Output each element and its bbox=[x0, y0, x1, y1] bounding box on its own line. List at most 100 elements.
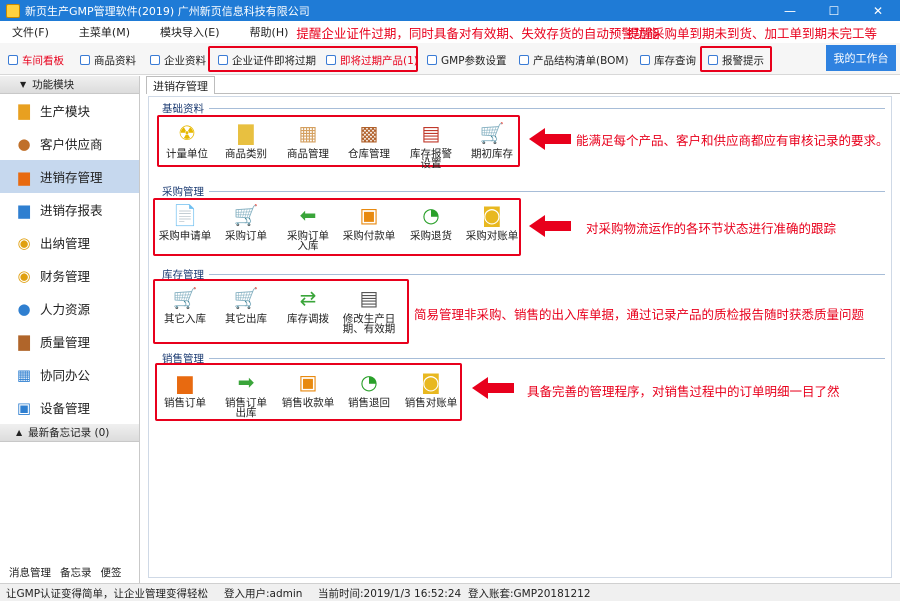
btn-measure-unit[interactable]: ☢ 计量单位 bbox=[157, 120, 217, 160]
toolbar-company-info[interactable]: 企业资料 bbox=[150, 52, 206, 68]
sidebar-item-hr[interactable]: ● 人力资源 bbox=[0, 292, 139, 325]
menu-module-import[interactable]: 模块导入(E) bbox=[148, 24, 220, 40]
sidebar-bottom-links: 消息管理 备忘录 便签 bbox=[0, 565, 140, 580]
main-content: 基础资料 ☢ 计量单位 ▇ 商品类别 ▦ 商品管理 ▩ 仓库管理 ▤ 库存报警设置 🛒 期初… bbox=[148, 96, 892, 578]
sidebar-item-office[interactable]: ▦ 协同办公 bbox=[0, 358, 139, 391]
arrow-left-icon: ⬅ bbox=[299, 202, 317, 227]
sidebar-item-equipment[interactable]: ▣ 设备管理 bbox=[0, 391, 139, 424]
transfer-icon: ⇄ bbox=[299, 285, 317, 310]
menu-help[interactable]: 帮助(H) bbox=[238, 24, 289, 40]
coins-icon: ◙ bbox=[482, 202, 502, 227]
btn-goods-category[interactable]: ▇ 商品类别 bbox=[216, 120, 276, 160]
notes-link[interactable]: 便签 bbox=[101, 565, 122, 580]
menu-file[interactable]: 文件(F) bbox=[0, 24, 49, 40]
monitor-icon: ▣ bbox=[16, 398, 32, 417]
btn-sales-outbound[interactable]: ➡ 销售订单出库 bbox=[216, 369, 276, 419]
maximize-button[interactable]: ☐ bbox=[812, 0, 856, 21]
cart-icon: 🛒 bbox=[233, 202, 259, 227]
title-bar: 新页生产GMP管理软件(2019) 广州新页信息科技有限公司 — ☐ ✕ bbox=[0, 0, 900, 21]
menu-main[interactable]: 主菜单(M) bbox=[67, 24, 130, 40]
status-time: 当前时间:2019/1/3 16:52:24 bbox=[318, 588, 462, 600]
toolbar-goods-info[interactable]: 商品资料 bbox=[80, 52, 136, 68]
status-user: 登入用户:admin bbox=[224, 588, 303, 600]
tab-inventory[interactable]: 进销存管理 bbox=[146, 76, 215, 94]
messages-link[interactable]: 消息管理 bbox=[9, 565, 51, 580]
red-arrow-icon bbox=[529, 215, 571, 237]
btn-sales-order[interactable]: ▆ 销售订单 bbox=[155, 369, 215, 409]
radiation-icon: ☢ bbox=[178, 120, 196, 145]
btn-sales-return[interactable]: ◔ 销售退回 bbox=[339, 369, 399, 409]
highlight-box-expiry bbox=[208, 46, 418, 72]
folder-icon: ▇ bbox=[18, 101, 30, 120]
red-arrow-icon bbox=[472, 377, 514, 399]
annotation-purchase: 对采购物流运作的各环节状态进行准确的跟踪 bbox=[586, 221, 837, 236]
menu-bar: 文件(F) 主菜单(M) 模块导入(E) 帮助(H) 提醒企业证件过期，同时具备… bbox=[0, 21, 900, 43]
cart-minus-icon: 🛒 bbox=[233, 285, 259, 310]
coins-icon: ◙ bbox=[421, 369, 441, 394]
btn-purchase-payment[interactable]: ▣ 采购付款单 bbox=[339, 202, 399, 242]
my-workbench-button[interactable]: 我的工作台 bbox=[826, 45, 896, 71]
sidebar-item-finance[interactable]: ◉ 财务管理 bbox=[0, 259, 139, 292]
sidebar-memo-header[interactable]: ▲ 最新备忘记录 (0) bbox=[0, 424, 139, 442]
collapse-arrow-icon: ▼ bbox=[20, 80, 27, 89]
minimize-button[interactable]: — bbox=[768, 0, 812, 21]
annotation-basic: 能满足每个产品、客户和供应商都应有审核记录的要求。 bbox=[576, 133, 889, 148]
btn-other-inbound[interactable]: 🛒 其它入库 bbox=[155, 285, 215, 325]
btn-opening-stock[interactable]: 🛒 期初库存 bbox=[462, 120, 522, 160]
red-arrow-icon bbox=[529, 128, 571, 150]
annotation-stock: 简易管理非采购、销售的出入库单据，通过记录产品的质检报告随时获悉质量问题 bbox=[414, 307, 865, 322]
rss-plus-icon: ▣ bbox=[298, 369, 318, 394]
person-icon: ● bbox=[17, 299, 31, 318]
checkbox-icon bbox=[8, 55, 18, 65]
cart-plus-icon: 🛒 bbox=[479, 120, 505, 145]
btn-edit-expiry[interactable]: ▤ 修改生产日期、有效期 bbox=[339, 285, 399, 335]
btn-purchase-return[interactable]: ◔ 采购退货 bbox=[401, 202, 461, 242]
btn-sales-reconcile[interactable]: ◙ 销售对账单 bbox=[401, 369, 461, 409]
sidebar-item-cashier[interactable]: ◉ 出纳管理 bbox=[0, 226, 139, 259]
arrow-right-icon: ➡ bbox=[237, 369, 255, 394]
btn-stock-alarm[interactable]: ▤ 库存报警设置 bbox=[401, 120, 461, 170]
money-icon: ◉ bbox=[17, 266, 31, 285]
close-button[interactable]: ✕ bbox=[856, 0, 900, 21]
sidebar-item-customers[interactable]: ● 客户供应商 bbox=[0, 127, 139, 160]
main-panel: 基础资料 ☢ 计量单位 ▇ 商品类别 ▦ 商品管理 ▩ 仓库管理 ▤ 库存报警设置 🛒 期初… bbox=[146, 94, 900, 583]
toolbar-workshop-board[interactable]: 车间看板 bbox=[8, 52, 64, 68]
folder-icon: ▇ bbox=[238, 120, 254, 145]
status-account: 登入账套:GMP20181212 bbox=[468, 588, 591, 600]
refresh-icon: ◔ bbox=[360, 369, 378, 394]
sidebar-item-production[interactable]: ▇ 生产模块 bbox=[0, 94, 139, 127]
sidebar-item-inventory-report[interactable]: ▆ 进销存报表 bbox=[0, 193, 139, 226]
sidebar-item-inventory[interactable]: ▆ 进销存管理 bbox=[0, 160, 139, 193]
annotation-purchase-warning: 提醒采购单到期未到货、加工单到期未完工等 bbox=[627, 25, 878, 41]
refresh-icon: ◔ bbox=[422, 202, 440, 227]
report-chart-icon: ▆ bbox=[18, 200, 30, 219]
tab-strip: 进销存管理 bbox=[146, 76, 900, 94]
calendar-icon: ▤ bbox=[421, 120, 441, 145]
section-divider bbox=[209, 358, 885, 359]
sidebar-header[interactable]: ▼ 功能模块 bbox=[0, 76, 139, 94]
memo-link[interactable]: 备忘录 bbox=[60, 565, 92, 580]
section-title-basic: 基础资料 bbox=[162, 103, 204, 115]
checkbox-icon bbox=[519, 55, 529, 65]
btn-warehouse[interactable]: ▩ 仓库管理 bbox=[339, 120, 399, 160]
checkbox-icon bbox=[150, 55, 160, 65]
btn-other-outbound[interactable]: 🛒 其它出库 bbox=[216, 285, 276, 325]
sidebar: ▼ 功能模块 ▇ 生产模块 ● 客户供应商 ▆ 进销存管理 ▆ 进销存报表 ◉ 出纳管理 ◉… bbox=[0, 76, 140, 583]
toolbar-stock-query[interactable]: 库存查询 bbox=[640, 52, 696, 68]
btn-sales-receipt[interactable]: ▣ 销售收款单 bbox=[278, 369, 338, 409]
toolbar-gmp-settings[interactable]: GMP参数设置 bbox=[427, 52, 507, 68]
app-logo-icon bbox=[6, 3, 20, 18]
sidebar-item-quality[interactable]: ▇ 质量管理 bbox=[0, 325, 139, 358]
btn-purchase-inbound[interactable]: ⬅ 采购订单入库 bbox=[278, 202, 338, 252]
btn-stock-transfer[interactable]: ⇄ 库存调拨 bbox=[278, 285, 338, 325]
toolbar-bom[interactable]: 产品结构清单(BOM) bbox=[519, 52, 629, 68]
box-icon: ▦ bbox=[298, 120, 318, 145]
btn-purchase-order[interactable]: 🛒 采购订单 bbox=[216, 202, 276, 242]
annotation-sales: 具备完善的管理程序，对销售过程中的订单明细一目了然 bbox=[527, 384, 840, 399]
calendar-icon: ▦ bbox=[16, 365, 32, 384]
btn-goods-management[interactable]: ▦ 商品管理 bbox=[278, 120, 338, 160]
checkbox-icon bbox=[640, 55, 650, 65]
btn-purchase-reconcile[interactable]: ◙ 采购对账单 bbox=[462, 202, 522, 242]
bar-chart-icon: ▆ bbox=[18, 167, 30, 186]
btn-purchase-request[interactable]: 📄 采购申请单 bbox=[155, 202, 215, 242]
